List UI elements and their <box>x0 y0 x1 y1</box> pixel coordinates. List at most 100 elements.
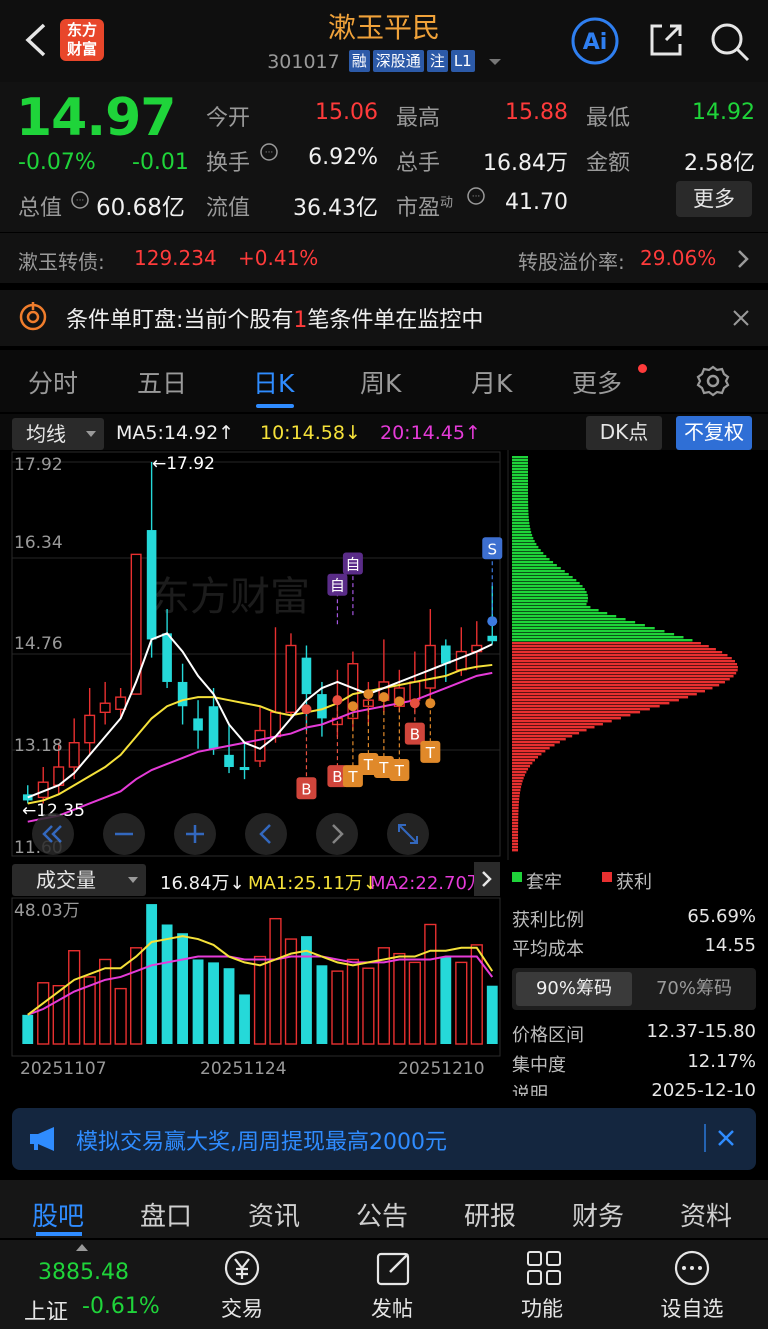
t-signal: T <box>394 762 405 780</box>
ai-button[interactable]: Ai <box>570 17 620 65</box>
chip-bar <box>512 507 529 510</box>
tab-five-day[interactable]: 五日 <box>137 364 187 400</box>
adjust-button[interactable]: 不复权 <box>676 416 752 450</box>
settings-button[interactable] <box>696 364 730 398</box>
scroll-left-fast-button[interactable] <box>32 813 74 855</box>
condition-count: 1 <box>293 308 308 333</box>
trade-button[interactable] <box>222 1248 262 1288</box>
chip-bar <box>512 696 689 699</box>
volume-chart[interactable]: 48.03万 20251107 20251124 20251210 <box>0 896 510 1096</box>
svg-text:···: ··· <box>265 148 274 158</box>
volume-bar-down <box>192 959 204 1044</box>
chip-bar <box>512 777 524 780</box>
tab-more[interactable]: 更多 <box>572 364 622 400</box>
tab-minute[interactable]: 分时 <box>28 364 78 400</box>
watchlist-button[interactable] <box>672 1248 712 1288</box>
watchlist-label[interactable]: 设自选 <box>642 1293 742 1323</box>
tab-news[interactable]: 资讯 <box>248 1196 300 1233</box>
turnover-info-icon[interactable]: ··· <box>258 142 280 164</box>
chip-bar <box>512 765 531 768</box>
index-value[interactable]: 3885.48 <box>38 1260 129 1285</box>
banner-text: 模拟交易赢大奖,周周提现最高2000元 <box>76 1130 447 1155</box>
candlestick-chart[interactable]: 东方财富 BB TT T TBT自自S 17.92 16.34 14.76 13.18… <box>0 450 768 860</box>
legend-locked: 套牢 <box>526 872 562 893</box>
volume-bar-up <box>331 970 344 1045</box>
close-condition-button[interactable] <box>730 307 752 329</box>
ai-label: Ai <box>583 30 608 55</box>
chip-bar <box>512 567 561 570</box>
indicator-select[interactable]: 成交量 <box>12 864 146 896</box>
t-signal: T <box>378 759 389 777</box>
volume-bar-down <box>223 968 235 1044</box>
chip-bar <box>512 753 542 756</box>
tab-daily-k[interactable]: 日K <box>253 364 294 400</box>
functions-label[interactable]: 功能 <box>492 1293 592 1323</box>
volume-value: 16.84万 <box>483 151 568 176</box>
tab-70-chips[interactable]: 70%筹码 <box>636 972 752 1006</box>
tab-forum[interactable]: 股吧 <box>32 1196 84 1233</box>
svg-text:···: ··· <box>76 196 85 206</box>
grid-icon <box>527 1251 561 1285</box>
share-button[interactable] <box>646 20 686 60</box>
chip-bar <box>512 738 566 741</box>
info-icon[interactable]: ··· <box>68 190 92 214</box>
self-marker: 自 <box>345 555 360 573</box>
chip-bar <box>512 786 522 789</box>
chip-bar <box>512 834 519 837</box>
tab-monthly-k[interactable]: 月K <box>471 364 512 400</box>
t-signal: T <box>425 744 436 762</box>
legend-expand-button[interactable] <box>474 862 500 896</box>
chip-bar <box>512 789 521 792</box>
chip-bar <box>512 591 587 594</box>
note-label: 说明 <box>512 1084 548 1096</box>
scroll-left-button[interactable] <box>245 813 287 855</box>
chip-bar <box>512 708 650 711</box>
volume-bar-up <box>68 950 81 1045</box>
functions-button[interactable] <box>524 1248 564 1288</box>
scroll-right-button[interactable] <box>316 813 358 855</box>
zoom-out-button[interactable] <box>103 813 145 855</box>
chip-bar <box>512 468 529 471</box>
chip-bar <box>512 621 636 624</box>
double-chevron-left-icon <box>42 825 62 843</box>
search-icon <box>711 23 750 62</box>
open-label: 今开 <box>206 106 251 131</box>
close-banner-button[interactable] <box>714 1126 738 1150</box>
indicator-select-label: 成交量 <box>36 868 96 892</box>
profit-ratio-label: 获利比例 <box>512 910 584 931</box>
expand-up-icon[interactable] <box>76 1244 88 1251</box>
chip-bar <box>512 678 730 681</box>
tab-weekly-k[interactable]: 周K <box>360 364 401 400</box>
fullscreen-button[interactable] <box>387 813 429 855</box>
chip-bar <box>512 456 529 459</box>
pe-label: 市盈动 <box>396 190 453 222</box>
tab-orderbook[interactable]: 盘口 <box>140 1196 192 1233</box>
zoom-in-button[interactable] <box>174 813 216 855</box>
tab-financials[interactable]: 财务 <box>572 1196 624 1233</box>
volume-bar-up <box>362 967 375 1045</box>
tab-90-chips[interactable]: 90%筹码 <box>516 972 632 1006</box>
chip-bar <box>512 690 705 693</box>
change-percent: -0.07% <box>18 150 96 175</box>
ma-select[interactable]: 均线 <box>12 418 104 450</box>
chip-bar <box>512 759 535 762</box>
search-button[interactable] <box>708 20 752 64</box>
trade-label[interactable]: 交易 <box>192 1293 292 1323</box>
chip-bar <box>512 660 735 663</box>
signal-dot <box>425 698 436 709</box>
tab-profile[interactable]: 资料 <box>680 1196 732 1233</box>
chip-bar <box>512 483 529 486</box>
tab-research[interactable]: 研报 <box>464 1196 516 1233</box>
dk-button[interactable]: DK点 <box>586 416 662 450</box>
chip-bar <box>512 552 544 555</box>
more-quote-button[interactable]: 更多 <box>676 181 752 217</box>
ma20-legend: 20:14.45↑ <box>380 422 481 444</box>
code-dropdown-icon[interactable] <box>488 59 501 65</box>
post-label[interactable]: 发帖 <box>342 1293 442 1323</box>
signal-dot <box>378 692 389 703</box>
tab-announcements[interactable]: 公告 <box>356 1196 408 1233</box>
post-button[interactable] <box>374 1248 414 1288</box>
price-range-value: 12.37-15.80 <box>646 1021 756 1042</box>
chip-bar <box>512 561 554 564</box>
chip-bar <box>512 771 527 774</box>
